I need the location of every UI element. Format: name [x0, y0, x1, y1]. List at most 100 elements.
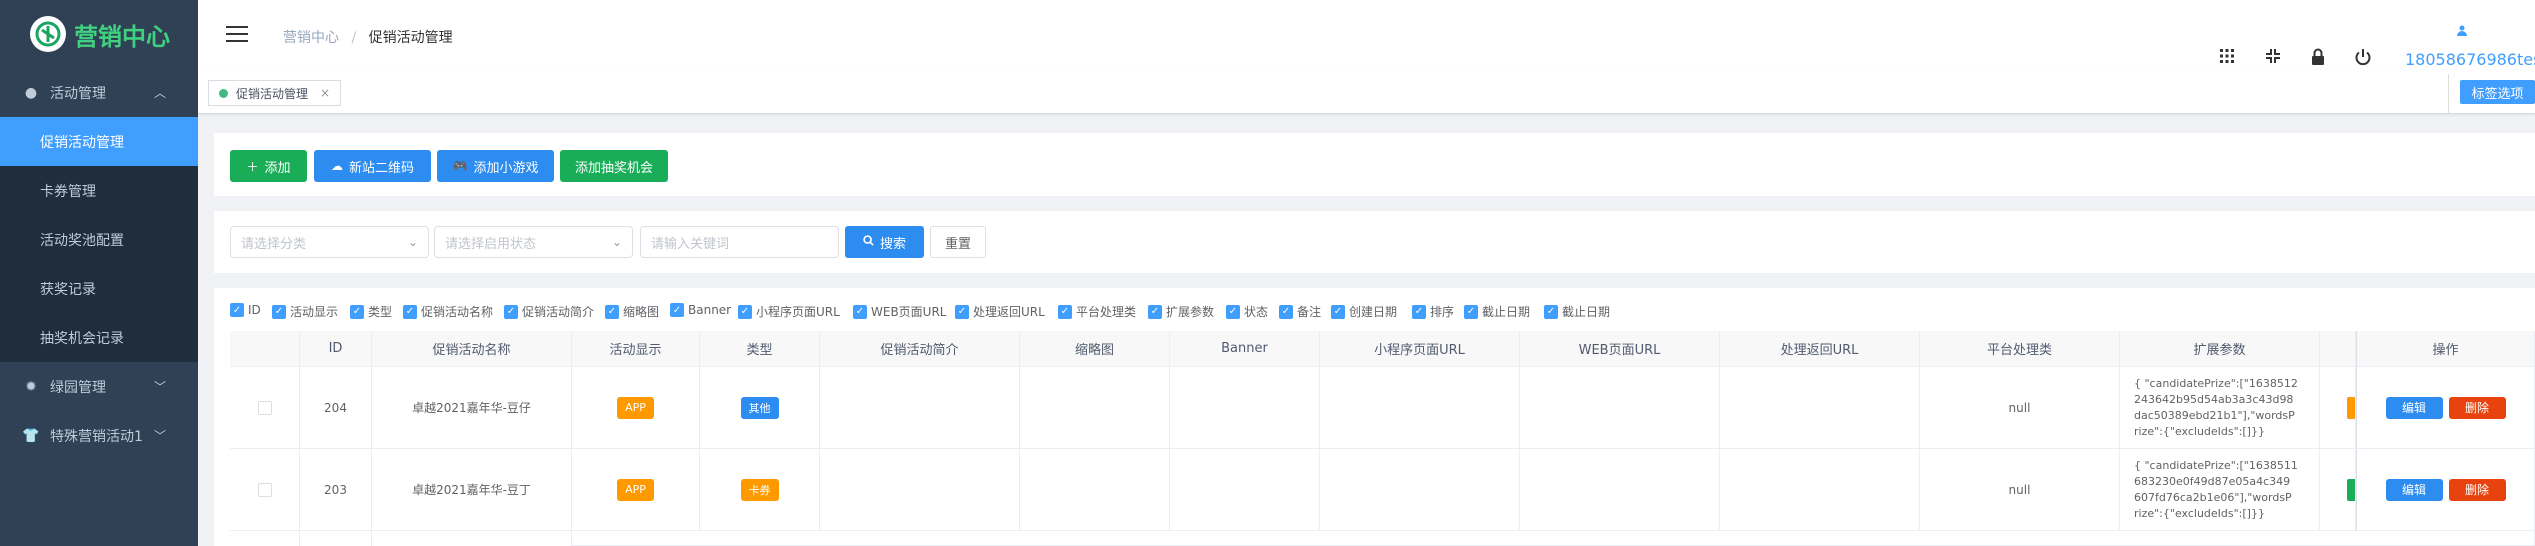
lock-icon[interactable] [2307, 48, 2329, 70]
reset-button[interactable]: 重置 [930, 226, 986, 258]
keyword-input[interactable]: 请输入关键词 [640, 226, 839, 258]
power-icon[interactable] [2352, 48, 2374, 70]
column-toggle-return-url[interactable]: ✓ 处理返回URL [955, 303, 1045, 320]
toggle-label: 促销活动简介 [522, 305, 595, 319]
delete-button[interactable]: 删除 [2448, 396, 2506, 419]
column-toggle-remark[interactable]: ✓ 备注 [1279, 303, 1321, 320]
check-icon: ✓ [1412, 304, 1426, 319]
logo-icon [30, 16, 66, 52]
keyword-placeholder: 请输入关键词 [651, 236, 730, 252]
sidebar-group-garden[interactable]: ✹ 绿园管理 ﹀ [0, 362, 198, 411]
sidebar-item-lottery-records[interactable]: 抽奖机会记录 [0, 313, 198, 362]
check-icon: ✓ [738, 304, 752, 319]
table-row-1-select[interactable] [230, 367, 300, 449]
check-icon: ✓ [1148, 304, 1162, 319]
table-header: 平台处理类 [1920, 331, 2120, 367]
apps-grid-icon[interactable] [2216, 48, 2238, 70]
app-logo[interactable]: 营销中心 [0, 0, 198, 68]
column-toggle-mini-url[interactable]: ✓ 小程序页面URL [738, 303, 840, 320]
chevron-up-icon: ︿ [153, 86, 166, 100]
column-toggle-name[interactable]: ✓ 促销活动名称 [403, 303, 493, 320]
toggle-label: 创建日期 [1349, 305, 1398, 319]
delete-button[interactable]: 删除 [2448, 478, 2506, 501]
sidebar-group-special[interactable]: 👕 特殊营销活动1 ﹀ [0, 411, 198, 460]
shirt-icon: 👕 [22, 427, 40, 444]
hamburger-icon[interactable] [226, 26, 248, 44]
breadcrumb-current: 促销活动管理 [368, 30, 453, 46]
sidebar-item-prize-pool[interactable]: 活动奖池配置 [0, 215, 198, 264]
breadcrumb-root[interactable]: 营销中心 [283, 30, 339, 46]
close-icon[interactable]: × [320, 86, 330, 100]
sidebar-group-activity[interactable]: ● 活动管理 ︿ [0, 68, 198, 117]
table-cell-type: 卡券 [700, 449, 820, 531]
column-toggle-platform[interactable]: ✓ 平台处理类 [1058, 303, 1136, 320]
add-lottery-button[interactable]: 添加抽奖机会 [560, 150, 668, 182]
sidebar: 营销中心 ● 活动管理 ︿ 促销活动管理 卡券管理 活动奖池配置 获奖记录 抽奖… [0, 0, 198, 546]
lottery-label: 添加抽奖机会 [574, 160, 653, 176]
column-toggle-intro[interactable]: ✓ 促销活动简介 [504, 303, 594, 320]
table-row-2-select[interactable] [230, 449, 300, 531]
table-cell-banner [1170, 367, 1320, 449]
chevron-down-icon: ⌄ [611, 235, 622, 249]
table-header: 活动显示 [572, 331, 700, 367]
column-toggle-thumb[interactable]: ✓ 缩略图 [605, 303, 659, 320]
checkbox[interactable] [257, 482, 272, 497]
column-toggle-deadline[interactable]: ✓ 截止日期 [1464, 303, 1530, 320]
column-toggle-deadline-2[interactable]: ✓ 截止日期 [1544, 303, 1610, 320]
check-icon: ✓ [230, 303, 244, 317]
user-name[interactable]: 18058676986test [2405, 50, 2535, 69]
divider [2448, 74, 2449, 114]
qrcode-button[interactable]: ☁ 新站二维码 [314, 150, 431, 182]
column-toggle-type[interactable]: ✓ 类型 [350, 303, 392, 320]
category-select[interactable]: 请选择分类 ⌄ [230, 226, 429, 258]
search-button[interactable]: 搜索 [845, 226, 924, 258]
category-placeholder: 请选择分类 [241, 236, 307, 252]
status-select[interactable]: 请选择启用状态 ⌄ [434, 226, 633, 258]
plus-icon: ＋ [246, 159, 259, 174]
top-header [198, 0, 2535, 70]
check-icon: ✓ [1331, 304, 1345, 319]
table-cell-web-url [1520, 449, 1720, 531]
chevron-down-icon: ﹀ [153, 380, 166, 394]
column-toggle-created[interactable]: ✓ 创建日期 [1331, 303, 1397, 320]
breadcrumb: 营销中心 / 促销活动管理 [283, 27, 453, 47]
cloud-icon: ☁ [330, 159, 343, 173]
add-label: 添加 [264, 160, 291, 176]
checkbox[interactable] [257, 400, 272, 415]
tag-promotion[interactable]: 促销活动管理 × [208, 80, 342, 106]
column-toggle-ext[interactable]: ✓ 扩展参数 [1148, 303, 1214, 320]
toggle-label: 备注 [1297, 305, 1322, 319]
table-header: 小程序页面URL [1320, 331, 1520, 367]
column-toggle-web-url[interactable]: ✓ WEB页面URL [853, 303, 947, 320]
chevron-down-icon: ⌄ [407, 235, 418, 249]
check-icon: ✓ [1058, 304, 1072, 319]
edit-button[interactable]: 编辑 [2385, 478, 2443, 501]
sidebar-item-promotion[interactable]: 促销活动管理 [0, 117, 198, 166]
sidebar-item-coupon[interactable]: 卡券管理 [0, 166, 198, 215]
table-cell-banner [1170, 449, 1320, 531]
tag-options-button[interactable]: 标签选项 [2460, 80, 2535, 104]
column-toggle-status[interactable]: ✓ 状态 [1226, 303, 1268, 320]
exit-fullscreen-icon[interactable] [2262, 48, 2284, 70]
edit-button[interactable]: 编辑 [2385, 396, 2443, 419]
user-icon[interactable] [2456, 24, 2468, 40]
chevron-down-icon: ﹀ [153, 429, 166, 443]
table-cell [300, 531, 372, 546]
sidebar-item-label: 获奖记录 [40, 281, 96, 298]
add-game-button[interactable]: 🎮 添加小游戏 [437, 150, 554, 182]
sidebar-item-winners[interactable]: 获奖记录 [0, 264, 198, 313]
column-toggle-banner[interactable]: ✓ Banner [670, 303, 731, 317]
table-cell-type: 其他 [700, 367, 820, 449]
tag-label: 促销活动管理 [236, 86, 309, 101]
toggle-label: 缩略图 [623, 305, 660, 319]
table-header: 类型 [700, 331, 820, 367]
status-badge [2347, 478, 2355, 501]
toggle-label: 扩展参数 [1166, 305, 1215, 319]
column-toggle-display[interactable]: ✓ 活动显示 [272, 303, 338, 320]
table-cell-intro [820, 449, 1020, 531]
add-button[interactable]: ＋ 添加 [230, 150, 307, 182]
check-icon: ✓ [1544, 304, 1558, 319]
column-toggle-id[interactable]: ✓ ID [230, 303, 261, 317]
column-toggle-sort[interactable]: ✓ 排序 [1412, 303, 1454, 320]
toggle-label: 平台处理类 [1076, 305, 1137, 319]
